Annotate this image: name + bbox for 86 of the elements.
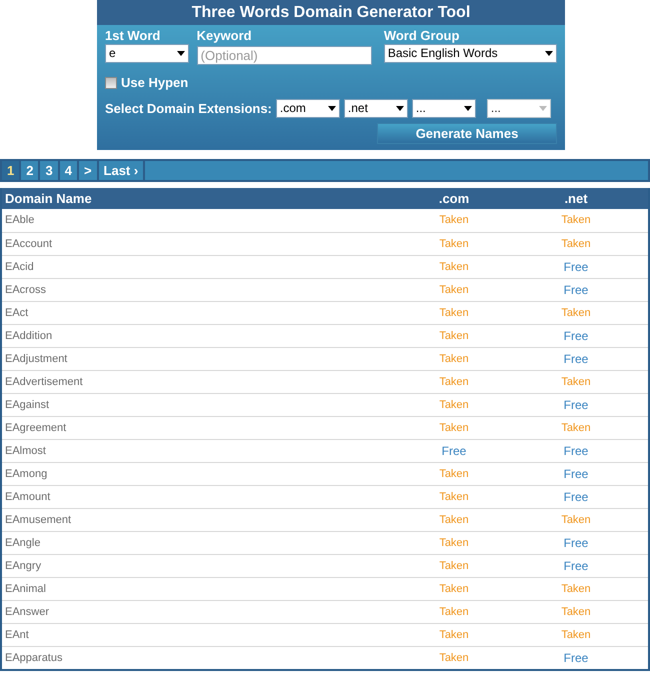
field-label: Word Group: [384, 28, 460, 44]
page-link[interactable]: Last ›: [98, 161, 146, 180]
form-title: Three Words Domain Generator Tool: [97, 0, 565, 25]
availability-status: Taken: [561, 606, 591, 618]
domain-name: EAddition: [5, 330, 52, 342]
domain-name: EAcid: [5, 261, 34, 273]
availability-status: Free: [564, 398, 588, 412]
availability-status: Taken: [439, 468, 469, 480]
field-label: 1st Word: [105, 28, 162, 44]
keyword-field[interactable]: (Optional): [196, 46, 372, 66]
domain-name: EAnt: [5, 629, 29, 641]
domain-name: EAble: [5, 214, 34, 226]
availability-status: Taken: [561, 238, 591, 250]
availability-status: Taken: [439, 652, 469, 664]
domain-name: EAdjustment: [5, 353, 68, 365]
availability-status: Free: [564, 490, 588, 504]
domain-name: EApparatus: [5, 652, 62, 664]
availability-status: Taken: [439, 560, 469, 572]
availability-status: Free: [564, 352, 588, 366]
extension-select[interactable]: .net: [344, 98, 408, 118]
caret-icon: [176, 51, 185, 56]
domain-name: EAcross: [5, 284, 46, 296]
extension-select[interactable]: ...: [412, 98, 476, 118]
availability-status: Taken: [439, 238, 469, 250]
availability-status: Taken: [439, 284, 469, 296]
domain-name: EAct: [5, 307, 28, 319]
availability-status: Taken: [439, 606, 469, 618]
checkbox-label: Use Hypen: [121, 74, 188, 92]
caret-icon: [545, 51, 553, 56]
domain-name: EAngry: [5, 560, 42, 572]
availability-status: Taken: [439, 261, 469, 273]
domain-name: EAmount: [5, 491, 50, 503]
domain-name: EAmusement: [5, 514, 72, 526]
column-header: .net: [564, 191, 588, 206]
field-label: Keyword: [196, 28, 253, 44]
availability-status: Taken: [439, 399, 469, 411]
domain-name: EAnimal: [5, 583, 46, 595]
availability-status: Free: [442, 444, 466, 458]
availability-status: Taken: [439, 376, 469, 388]
domain-name: EAgainst: [5, 399, 50, 411]
availability-status: Taken: [561, 629, 591, 641]
availability-status: Taken: [439, 330, 469, 342]
availability-status: Taken: [439, 491, 469, 503]
domain-name: EAdvertisement: [5, 376, 83, 388]
availability-status: Taken: [439, 514, 469, 526]
availability-status: Free: [564, 283, 588, 297]
availability-status: Taken: [561, 376, 591, 388]
extensions-label: Select Domain Extensions:: [105, 100, 272, 118]
availability-status: Free: [564, 467, 588, 481]
domain-name: EAgreement: [5, 422, 66, 434]
word-group-select[interactable]: Basic English Words: [384, 44, 557, 63]
availability-status: Free: [564, 559, 588, 573]
column-header: Domain Name: [5, 191, 92, 206]
caret-icon: [396, 106, 404, 111]
availability-status: Free: [564, 536, 588, 550]
availability-status: Free: [564, 329, 588, 343]
domain-name: EAccount: [5, 238, 52, 250]
domain-name: EAlmost: [5, 445, 46, 457]
availability-status: Taken: [439, 214, 469, 226]
availability-status: Taken: [439, 629, 469, 641]
availability-status: Taken: [561, 514, 591, 526]
page-link[interactable]: 1: [2, 161, 22, 180]
availability-status: Taken: [561, 583, 591, 595]
availability-status: Taken: [439, 307, 469, 319]
extension-select[interactable]: .com: [276, 98, 340, 118]
availability-status: Taken: [439, 353, 469, 365]
domain-name: EAmong: [5, 468, 48, 480]
generate-button[interactable]: Generate Names: [377, 123, 557, 144]
availability-status: Taken: [439, 422, 469, 434]
column-header: .com: [438, 191, 470, 206]
availability-status: Taken: [561, 214, 591, 226]
availability-status: Taken: [561, 307, 591, 319]
availability-status: Taken: [439, 537, 469, 549]
caret-icon: [538, 106, 547, 111]
availability-status: Free: [564, 444, 588, 458]
first-word-select[interactable]: e: [105, 44, 189, 63]
availability-status: Taken: [561, 422, 591, 434]
domain-name: EAngle: [5, 537, 40, 549]
availability-status: Free: [564, 651, 588, 665]
caret-icon: [328, 106, 336, 111]
checkbox[interactable]: [105, 76, 117, 89]
domain-name: EAnswer: [5, 606, 50, 618]
page-link[interactable]: 4: [60, 161, 79, 180]
availability-status: Taken: [439, 583, 469, 595]
caret-icon: [464, 106, 472, 111]
availability-status: Free: [564, 260, 588, 274]
